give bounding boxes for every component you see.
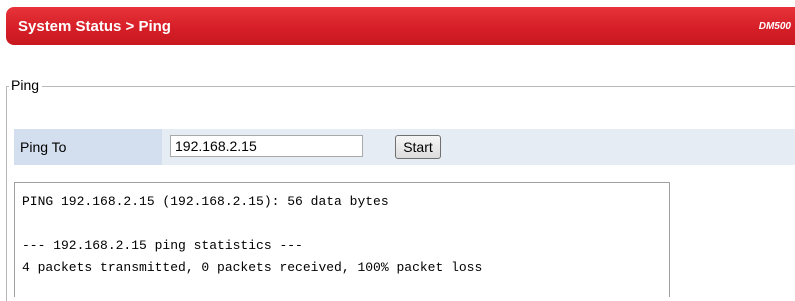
- ping-to-label: Ping To: [14, 129, 162, 165]
- ping-output: PING 192.168.2.15 (192.168.2.15): 56 dat…: [14, 182, 670, 297]
- page-title: System Status > Ping: [18, 18, 171, 35]
- device-model: DM500: [758, 21, 791, 32]
- page-header: System Status > Ping DM500: [6, 7, 795, 45]
- start-button[interactable]: Start: [395, 135, 441, 159]
- output-line: --- 192.168.2.15 ping statistics ---: [22, 238, 303, 253]
- fieldset-legend: Ping: [9, 77, 43, 93]
- output-line: PING 192.168.2.15 (192.168.2.15): 56 dat…: [22, 194, 389, 209]
- ping-target-input[interactable]: [170, 135, 363, 157]
- output-line: 4 packets transmitted, 0 packets receive…: [22, 260, 483, 275]
